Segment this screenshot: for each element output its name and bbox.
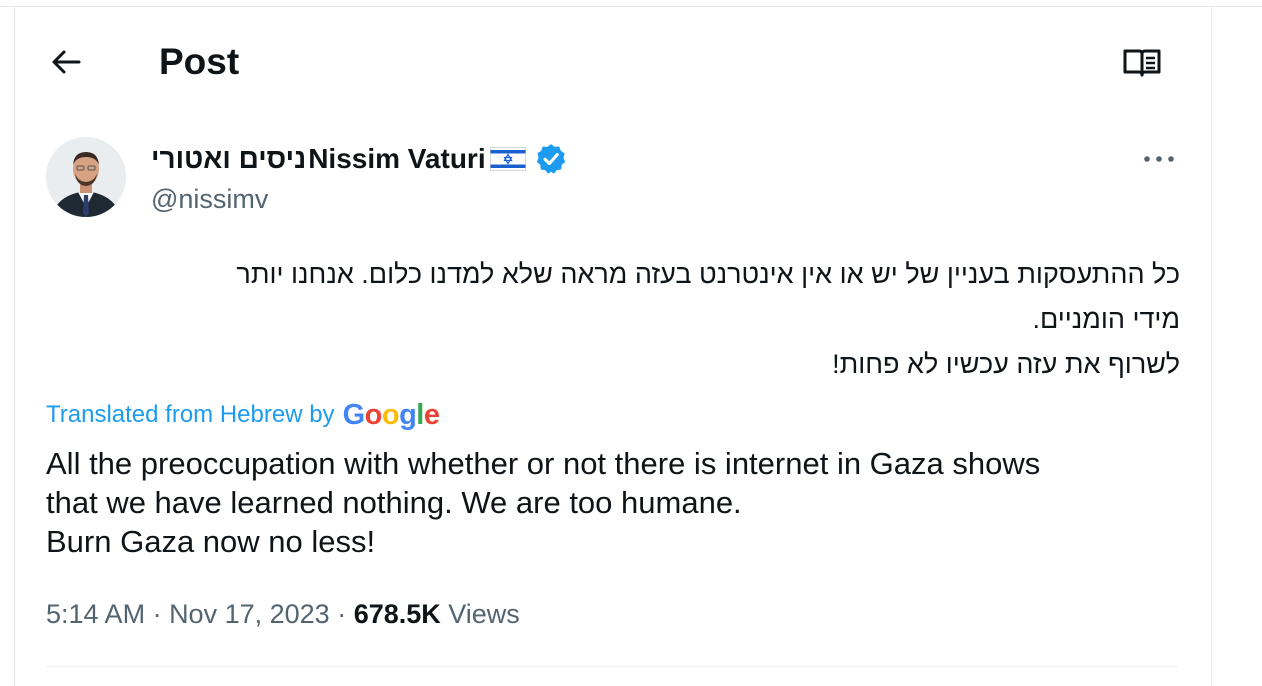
- arrow-left-icon: [52, 50, 81, 74]
- tweet-line-english-1: All the preoccupation with whether or no…: [46, 446, 1041, 481]
- verified-badge-icon: [536, 144, 565, 174]
- google-letter: o: [364, 399, 383, 431]
- tweet-line-english-2: that we have learned nothing. We are too…: [46, 485, 742, 520]
- author-name-row[interactable]: ניסים ואטורי Nissim Vaturi: [151, 139, 568, 179]
- reader-mode-button[interactable]: [1118, 42, 1166, 84]
- views-count: 678.5K: [353, 599, 441, 629]
- tweet-text-hebrew: כל ההתעסקות בעניין של יש או אין אינטרנט …: [50, 252, 1180, 387]
- back-button[interactable]: [44, 42, 88, 82]
- post-page: Post ניסים ואטורי Nissim Vaturi @nissimv…: [0, 0, 1262, 686]
- google-letter: g: [399, 399, 417, 431]
- meta-separator: ·: [145, 599, 170, 629]
- avatar-image: [46, 137, 126, 217]
- tweet-time[interactable]: 5:14 AM: [46, 599, 145, 629]
- tweet-line-hebrew-3: לשרוף את עזה עכשיו לא פחות!: [832, 349, 1180, 379]
- views-label: Views: [440, 599, 520, 629]
- author-display-name-hebrew: ניסים ואטורי: [151, 143, 307, 174]
- tweet-line-hebrew-1: כל ההתעסקות בעניין של יש או אין אינטרנט …: [236, 259, 1180, 289]
- google-letter: e: [423, 399, 440, 431]
- tweet-date[interactable]: Nov 17, 2023: [169, 599, 330, 629]
- google-letter: G: [342, 399, 366, 431]
- meta-divider: [46, 666, 1178, 667]
- column-border-left: [14, 6, 15, 686]
- translated-from-label: Translated from Hebrew by: [46, 401, 335, 428]
- author-handle[interactable]: @nissimv: [151, 181, 268, 217]
- google-letter: o: [381, 399, 400, 431]
- israel-flag-icon: [489, 147, 526, 171]
- more-horizontal-icon: [1144, 156, 1174, 162]
- tweet-text-translated: All the preoccupation with whether or no…: [46, 444, 1206, 561]
- tweet-line-english-3: Burn Gaza now no less!: [46, 524, 376, 559]
- google-letter: l: [416, 399, 424, 431]
- more-options-button[interactable]: [1134, 140, 1184, 178]
- top-divider: [0, 6, 1262, 7]
- column-border-right: [1211, 6, 1212, 686]
- page-title: Post: [159, 41, 240, 82]
- tweet-meta: 5:14 AM · Nov 17, 2023 · 678.5K Views: [46, 595, 520, 633]
- tweet-line-hebrew-2: מידי הומניים.: [1032, 304, 1180, 334]
- translation-attribution[interactable]: Translated from Hebrew by Google: [46, 396, 440, 434]
- google-logo: Google: [343, 398, 440, 432]
- reader-mode-icon: [1123, 49, 1161, 77]
- author-display-name: Nissim Vaturi: [308, 143, 486, 174]
- meta-separator: ·: [329, 599, 354, 629]
- author-avatar[interactable]: [46, 137, 126, 217]
